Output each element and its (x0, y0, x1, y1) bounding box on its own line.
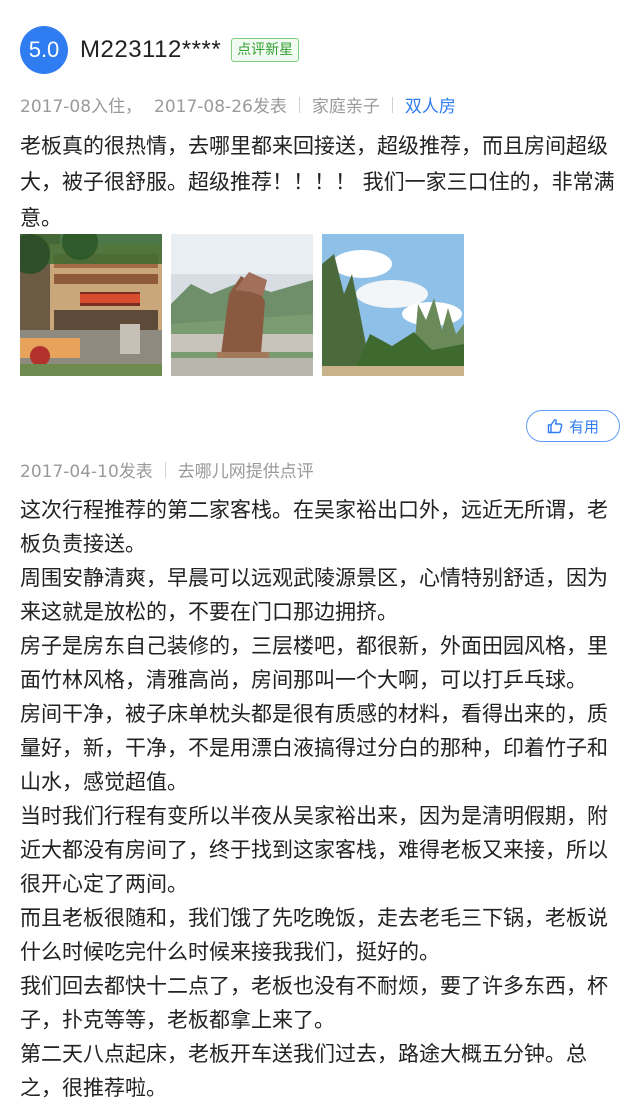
review-2-meta: 2017-04-10发表 去哪儿网提供点评 (20, 457, 314, 482)
review-text: 老板真的很热情，去哪里都来回接送，超级推荐，而且房间超级大，被子很舒服。超级推荐… (20, 134, 615, 230)
thumbs-up-icon (547, 418, 563, 434)
review-paragraph: 房子是房东自己装修的，三层楼吧，都很新，外面田园风格，里面竹林风格，清雅高尚，房… (20, 634, 608, 692)
meta-divider (298, 96, 300, 113)
checkin-date: 2017-08入住， (20, 97, 143, 117)
reviewer-level-badge: 点评新星 (231, 38, 300, 62)
post-date: 2017-04-10发表 (20, 462, 153, 482)
review-paragraph: 周围安静清爽，早晨可以远观武陵源景区，心情特别舒适，因为来这就是放松的，不要在门… (20, 566, 608, 624)
review-photo-sculpture[interactable] (171, 234, 313, 376)
review-meta: 2017-08入住， 2017-08-26发表 家庭亲子 双人房 (20, 92, 456, 117)
meta-divider (164, 461, 166, 478)
score-badge: 5.0 (20, 26, 68, 74)
review-paragraph: 而且老板很随和，我们饿了先吃晚饭，走去老毛三下锅，老板说什么时候吃完什么时候来接… (20, 906, 608, 964)
review-paragraph: 这次行程推荐的第二家客栈。在吴家裕出口外，远近无所谓，老板负责接送。 (20, 498, 608, 556)
review-paragraph: 房间干净，被子床单枕头都是很有质感的材料，看得出来的，质量好，新，干净，不是用漂… (20, 702, 608, 794)
post-date: 2017-08-26发表 (154, 97, 287, 117)
review-photos (20, 234, 473, 376)
helpful-button[interactable]: 有用 (526, 410, 620, 442)
helpful-label: 有用 (568, 417, 599, 436)
reviewer-header: 5.0 M223112**** 点评新星 (20, 26, 300, 74)
trip-type: 家庭亲子 (311, 97, 380, 117)
review-paragraph: 我们回去都快十二点了，老板也没有不耐烦，要了许多东西，杯子，扑克等等，老板都拿上… (20, 974, 608, 1032)
review-paragraph: 当时我们行程有变所以半夜从吴家裕出来，因为是清明假期，附近大都没有房间了，终于找… (20, 804, 608, 896)
review-paragraph: 第二天八点起床，老板开车送我们过去，路途大概五分钟。总之，很推荐啦。 (20, 1042, 587, 1100)
review-source: 去哪儿网提供点评 (177, 462, 314, 482)
review-2-text: 这次行程推荐的第二家客栈。在吴家裕出口外，远近无所谓，老板负责接送。 周围安静清… (20, 493, 626, 1105)
review-photo-street[interactable] (20, 234, 162, 376)
meta-divider (391, 96, 393, 113)
room-type-link[interactable]: 双人房 (405, 92, 456, 117)
reviewer-name[interactable]: M223112**** (80, 36, 221, 64)
review-photo-mountains[interactable] (322, 234, 464, 376)
